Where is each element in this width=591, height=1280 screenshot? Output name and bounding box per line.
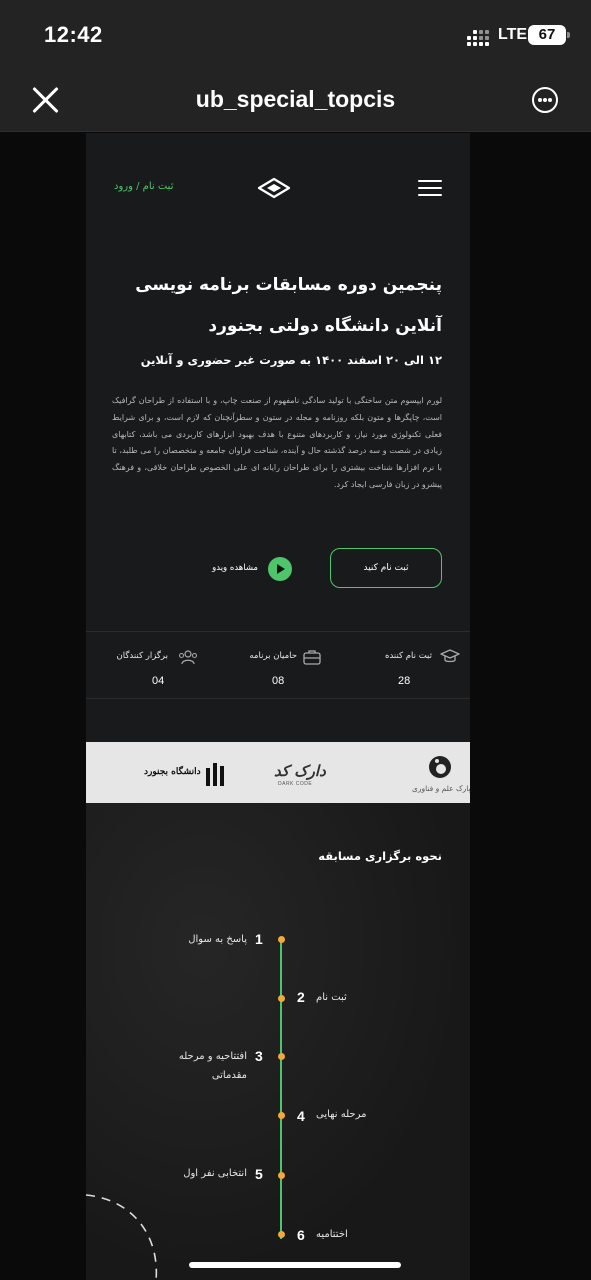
step-label: ثبت نام [316,992,347,1003]
process-section-title: نحوه برگزاری مسابقه [318,849,442,863]
step-label-line-2: مقدماتی [211,1070,247,1081]
sponsor-bojnord-university[interactable]: دانشگاه بجنورد [144,758,234,788]
play-icon [268,557,292,581]
stat-value: 08 [272,675,285,687]
watch-video-button[interactable]: مشاهده ویدو [196,557,292,581]
more-options-icon[interactable] [532,87,558,113]
stat-registrants: ثبت نام کننده 28 [342,632,470,700]
step-number: 1 [255,931,263,947]
sponsor-dark-code-sub: DARK CODE [278,781,313,787]
site-container: ثبت نام / ورود پنجمین دوره مسابقات برنام… [86,133,471,1280]
sponsor-science-park[interactable]: پارک علم و فناوری [410,752,471,798]
step-label-line-1: افتتاحیه و مرحله [178,1051,247,1062]
step-number: 5 [255,1166,263,1182]
sponsor-dark-code-name: دارک کد [274,762,327,780]
timeline-line [280,939,282,1239]
step-number: 2 [297,989,305,1005]
users-icon [179,650,197,665]
timeline-dot [278,936,285,943]
page-title: ub_special_topcis [195,86,396,112]
timeline-dot [278,1053,285,1060]
timeline-dot [278,1231,285,1238]
hero-subtitle: ۱۲ الی ۲۰ اسفند ۱۴۰۰ به صورت غیر حضوری و… [140,353,442,367]
briefcase-icon [303,650,321,665]
step-label: مرحله نهایی [316,1109,367,1120]
hero-description: لورم ایپسوم متن ساختگی با تولید سادگی نا… [112,396,442,489]
network-type: LTE [498,26,528,43]
site-logo-icon[interactable] [257,176,291,200]
step-label: انتخابی نفر اول [183,1168,247,1179]
step-label: افتتاحیه و مرحله مقدماتی [179,1047,247,1085]
hero-title-line-1: پنجمین دوره مسابقات برنامه نویسی [135,275,442,295]
hero-title: پنجمین دوره مسابقات برنامه نویسی آنلاین … [112,269,442,342]
sponsors-strip: دانشگاه بجنورد دارک کد DARK CODE پارک عل… [86,742,471,803]
login-register-link[interactable]: ثبت نام / ورود [114,181,174,192]
stat-organizers: برگزار کنندگان 04 [86,632,214,700]
battery-icon: 67 [528,25,570,45]
science-park-logo-icon [429,756,451,778]
menu-icon[interactable] [418,180,442,196]
stats-bar: ثبت نام کننده 28 حامیان برنامه 08 برگزار… [86,631,470,699]
sponsor-bojnord-name: دانشگاه بجنورد [144,767,201,777]
hero-title-line-2: آنلاین دانشگاه دولتی بجنورد [208,316,442,336]
stat-label: حامیان برنامه [249,651,297,661]
decorative-dashed-arc [85,1194,158,1280]
graduation-cap-icon [440,649,460,663]
sponsor-science-park-name: پارک علم و فناوری [412,784,471,793]
stat-value: 04 [152,675,165,687]
step-label: اختتامیه [316,1229,348,1240]
step-number: 6 [297,1227,305,1243]
stat-label: ثبت نام کننده [385,651,432,661]
web-viewport: ثبت نام / ورود پنجمین دوره مسابقات برنام… [0,133,591,1280]
browser-top-bar: ub_special_topcis [0,66,591,132]
home-indicator[interactable] [189,1262,401,1268]
step-number: 4 [297,1108,305,1124]
signal-icon [467,28,491,46]
step-label: پاسخ به سوال [188,934,247,945]
stat-sponsors: حامیان برنامه 08 [214,632,342,700]
timeline-dot [278,1112,285,1119]
status-bar: 12:42 LTE 67 [0,0,591,66]
step-number: 3 [255,1048,263,1064]
timeline-dot [278,995,285,1002]
stat-label: برگزار کنندگان [116,651,168,661]
timeline-dot [278,1172,285,1179]
clock: 12:42 [44,22,103,47]
watch-video-label: مشاهده ویدو [212,563,258,573]
register-button[interactable]: ثبت نام کنید [330,548,442,588]
sponsor-dark-code[interactable]: دارک کد DARK CODE [274,762,356,790]
stat-value: 28 [398,675,411,687]
bojnord-logo-icon [206,763,224,786]
